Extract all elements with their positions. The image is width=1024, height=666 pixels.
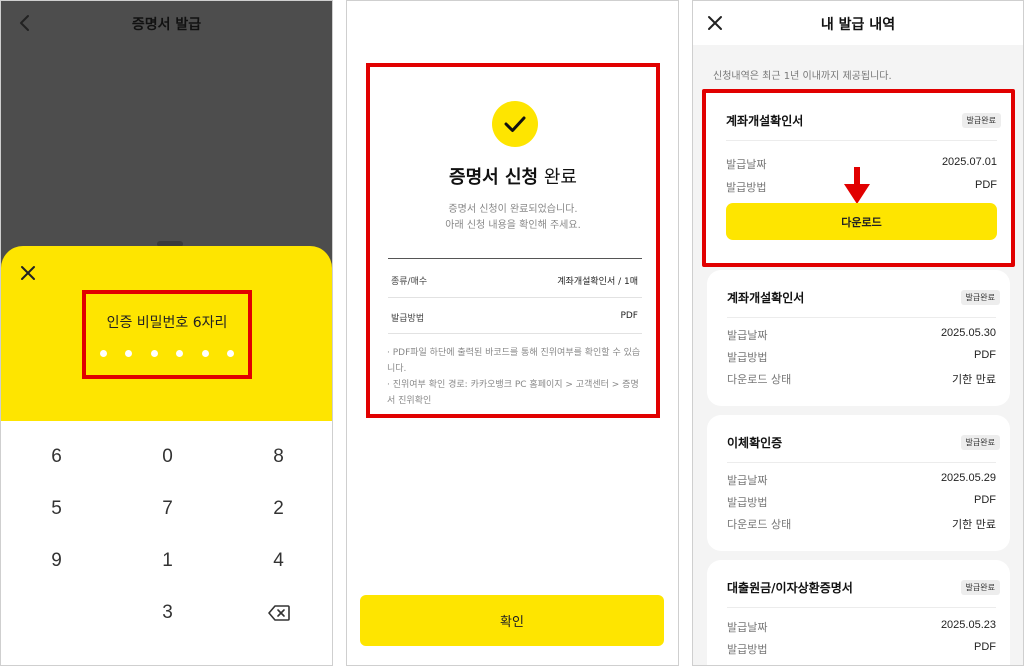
key-2[interactable]: 2 bbox=[223, 483, 332, 535]
issue-method-value: PDF bbox=[975, 179, 997, 191]
notice-verify-path: · 진위여부 확인 경로: 카카오뱅크 PC 홈페이지 > 고객센터 > 증명서… bbox=[387, 380, 639, 406]
history-card: 계좌개설확인서 발급완료 발급날짜 2025.05.30 발급방법 PDF 다운… bbox=[707, 270, 1010, 406]
card-title: 계좌개설확인서 bbox=[726, 114, 804, 128]
download-status-value: 기한 만료 bbox=[952, 373, 996, 386]
issue-date-label: 발급날짜 bbox=[727, 329, 768, 342]
backspace-key[interactable] bbox=[223, 587, 332, 639]
row-method-value: PDF bbox=[620, 311, 638, 321]
status-badge: 발급완료 bbox=[960, 435, 1000, 450]
divider bbox=[726, 140, 997, 141]
history-card: 계좌개설확인서 발급완료 발급날짜 2025.07.01 발급방법 PDF 다운… bbox=[702, 89, 1015, 267]
divider bbox=[727, 462, 996, 463]
issue-method-value: PDF bbox=[974, 349, 996, 361]
pin-highlight-box: 인증 비밀번호 6자리 bbox=[82, 290, 252, 379]
key-1[interactable]: 1 bbox=[112, 535, 223, 587]
issue-method-label: 발급방법 bbox=[727, 496, 768, 509]
pin-dot bbox=[100, 350, 107, 357]
card-title: 이체확인증 bbox=[727, 436, 783, 450]
download-button[interactable]: 다운로드 bbox=[726, 203, 997, 240]
pin-dot bbox=[150, 350, 158, 357]
number-keypad: 6 0 8 5 7 2 9 1 4 3 bbox=[1, 421, 332, 665]
key-4[interactable]: 4 bbox=[223, 535, 332, 587]
history-card: 이체확인증 발급완료 발급날짜 2025.05.29 발급방법 PDF 다운로드… bbox=[707, 415, 1010, 551]
page-title: 증명서 발급 bbox=[131, 17, 202, 33]
row-type-value: 계좌개설확인서 / 1매 bbox=[557, 277, 638, 287]
complete-screen: 증명서 신청 완료 증명서 신청이 완료되었습니다. 아래 신청 내용을 확인해… bbox=[346, 0, 679, 666]
divider bbox=[727, 317, 996, 318]
header-bar: 내 발급 내역 bbox=[693, 1, 1023, 45]
issue-method-value: PDF bbox=[974, 641, 996, 653]
history-notice: 신청내역은 최근 1년 이내까지 제공됩니다. bbox=[713, 71, 892, 82]
pin-dot bbox=[176, 350, 184, 357]
key-3[interactable]: 3 bbox=[112, 587, 223, 639]
complete-title: 증명서 신청 완료 bbox=[370, 163, 656, 189]
complete-description-1: 증명서 신청이 완료되었습니다. bbox=[448, 204, 578, 215]
key-0[interactable]: 0 bbox=[112, 431, 223, 483]
check-badge bbox=[492, 101, 538, 147]
pin-dots bbox=[100, 350, 234, 357]
key-8[interactable]: 8 bbox=[223, 431, 332, 483]
backspace-icon bbox=[267, 605, 290, 621]
complete-highlight-box: 증명서 신청 완료 증명서 신청이 완료되었습니다. 아래 신청 내용을 확인해… bbox=[366, 63, 660, 418]
check-icon bbox=[504, 116, 526, 132]
divider bbox=[388, 297, 642, 298]
history-screen: 내 발급 내역 신청내역은 최근 1년 이내까지 제공됩니다. 계좌개설확인서 … bbox=[692, 0, 1024, 666]
issue-date-value: 2025.05.23 bbox=[940, 619, 996, 631]
pin-dot bbox=[201, 350, 209, 357]
close-icon[interactable] bbox=[19, 264, 37, 282]
row-type-label: 종류/매수 bbox=[391, 277, 428, 287]
pin-dot bbox=[125, 350, 133, 357]
status-badge: 발급완료 bbox=[961, 113, 1001, 128]
page-title: 내 발급 내역 bbox=[820, 17, 896, 33]
header-bar: 증명서 발급 bbox=[1, 1, 332, 45]
row-method-label: 발급방법 bbox=[391, 314, 425, 324]
key-7[interactable]: 7 bbox=[112, 483, 223, 535]
title-rest: 완료 bbox=[538, 167, 577, 188]
divider bbox=[388, 333, 642, 334]
issue-date-label: 발급날짜 bbox=[726, 158, 767, 171]
status-badge: 발급완료 bbox=[960, 290, 1000, 305]
pin-dot bbox=[226, 350, 234, 357]
key-5[interactable]: 5 bbox=[1, 483, 112, 535]
divider bbox=[727, 607, 996, 608]
issue-date-label: 발급날짜 bbox=[727, 474, 768, 487]
pin-label: 인증 비밀번호 6자리 bbox=[106, 315, 228, 331]
notice-barcode: · PDF파일 하단에 출력된 바코드를 통해 진위여부를 확인할 수 있습니다… bbox=[387, 348, 641, 374]
issue-date-value: 2025.05.30 bbox=[940, 327, 996, 339]
confirm-button[interactable]: 확인 bbox=[360, 595, 664, 646]
title-bold: 증명서 신청 bbox=[449, 167, 539, 188]
pin-sheet: 인증 비밀번호 6자리 bbox=[1, 246, 332, 421]
issue-method-label: 발급방법 bbox=[727, 351, 768, 364]
pin-screen: 증명서 발급 인증 비밀번호 6자리 6 0 8 5 7 2 9 1 4 3 bbox=[0, 0, 333, 666]
issue-method-label: 발급방법 bbox=[727, 643, 768, 656]
issue-method-label: 발급방법 bbox=[726, 181, 767, 194]
download-status-value: 기한 만료 bbox=[952, 518, 996, 531]
status-badge: 발급완료 bbox=[960, 580, 1000, 595]
red-arrow-down-icon bbox=[844, 167, 870, 204]
card-title: 계좌개설확인서 bbox=[727, 291, 805, 305]
key-6[interactable]: 6 bbox=[1, 431, 112, 483]
card-title: 대출원금/이자상환증명서 bbox=[727, 581, 853, 595]
history-card: 대출원금/이자상환증명서 발급완료 발급날짜 2025.05.23 발급방법 P… bbox=[707, 560, 1010, 665]
issue-date-label: 발급날짜 bbox=[727, 621, 768, 634]
complete-description-2: 아래 신청 내용을 확인해 주세요. bbox=[445, 220, 581, 231]
issue-date-value: 2025.05.29 bbox=[940, 472, 996, 484]
issue-method-value: PDF bbox=[974, 494, 996, 506]
divider bbox=[388, 258, 642, 259]
issue-date-value: 2025.07.01 bbox=[941, 156, 997, 168]
download-status-label: 다운로드 상태 bbox=[727, 518, 792, 531]
key-9[interactable]: 9 bbox=[1, 535, 112, 587]
download-status-label: 다운로드 상태 bbox=[727, 373, 792, 386]
